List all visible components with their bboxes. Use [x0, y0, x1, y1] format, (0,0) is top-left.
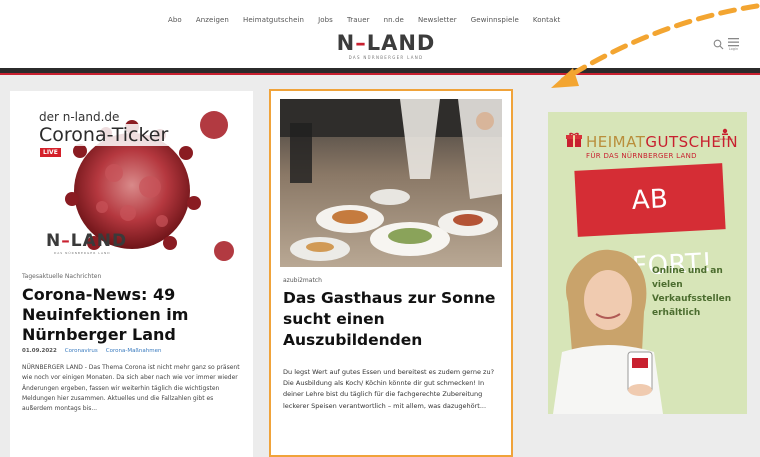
- kitchen-illustration: [280, 99, 502, 267]
- ad-banner: AB SOFORT!: [574, 163, 726, 284]
- heimatgutschein-ad[interactable]: HEIMATGUTSCHEIN FÜR DAS NÜRNBERGER LAND …: [548, 112, 747, 414]
- image-brand-tagline: DAS NÜRNBERGER LAND: [54, 251, 111, 255]
- kitchen-photo[interactable]: [280, 99, 502, 267]
- pointer-arrow-icon: [551, 3, 760, 88]
- logo-right: LAND: [366, 31, 436, 55]
- article-title[interactable]: Corona-News: 49 Neuinfektionen im Nürnbe…: [22, 285, 247, 345]
- ad-person-illustration: [553, 249, 663, 414]
- ad-subtitle: FÜR DAS NÜRNBERGER LAND: [586, 152, 697, 160]
- gift-icon: [566, 132, 582, 152]
- article-meta: 01.09.2022 Coronavirus Corona-Maßnahmen: [22, 348, 161, 354]
- nav-item-jobs[interactable]: Jobs: [318, 16, 333, 24]
- corona-ticker-image[interactable]: der n-land.de Corona-Ticker LIVE N–LAND …: [10, 91, 253, 264]
- article-kicker: Tagesaktuelle Nachrichten: [22, 273, 102, 280]
- image-brand: N–LAND: [46, 231, 128, 251]
- ticker-title: Corona-Ticker: [36, 124, 172, 146]
- nav-item-trauer[interactable]: Trauer: [347, 16, 370, 24]
- ad-online-text: Online und an vielen Verkaufsstellen erh…: [652, 266, 732, 318]
- article-kicker: azubi2match: [283, 277, 322, 284]
- article-card-corona[interactable]: der n-land.de Corona-Ticker LIVE N–LAND …: [10, 91, 253, 457]
- article-title[interactable]: Das Gasthaus zur Sonne sucht einen Auszu…: [283, 288, 505, 351]
- nav-item-anzeigen[interactable]: Anzeigen: [196, 16, 229, 24]
- top-navigation: Abo Anzeigen Heimatgutschein Jobs Trauer…: [168, 16, 560, 24]
- logo-tagline: DAS NÜRNBERGER LAND: [348, 55, 424, 60]
- live-badge: LIVE: [40, 148, 61, 157]
- article-category-link[interactable]: Coronavirus: [65, 348, 98, 354]
- article-date: 01.09.2022: [22, 348, 57, 354]
- nav-item-abo[interactable]: Abo: [168, 16, 182, 24]
- nav-item-heimatgutschein[interactable]: Heimatgutschein: [243, 16, 304, 24]
- nav-item-gewinnspiele[interactable]: Gewinnspiele: [471, 16, 519, 24]
- sparkasse-badge: Sparkasse: [714, 128, 736, 142]
- logo-left: N: [336, 31, 356, 55]
- nav-item-nn[interactable]: nn.de: [384, 16, 404, 24]
- nav-item-newsletter[interactable]: Newsletter: [418, 16, 457, 24]
- article-teaser: NÜRNBERGER LAND - Das Thema Corona ist n…: [22, 364, 240, 413]
- article-card-azubi[interactable]: azubi2match Das Gasthaus zur Sonne sucht…: [269, 89, 513, 457]
- sparkasse-logo-icon: [722, 128, 728, 135]
- site-logo[interactable]: N–LAND DAS NÜRNBERGER LAND: [331, 32, 441, 60]
- article-tag-link[interactable]: Corona-Maßnahmen: [106, 348, 162, 354]
- ticker-prefix: der n-land.de: [39, 110, 120, 124]
- article-teaser: Du legst Wert auf gutes Essen und bereit…: [283, 368, 495, 410]
